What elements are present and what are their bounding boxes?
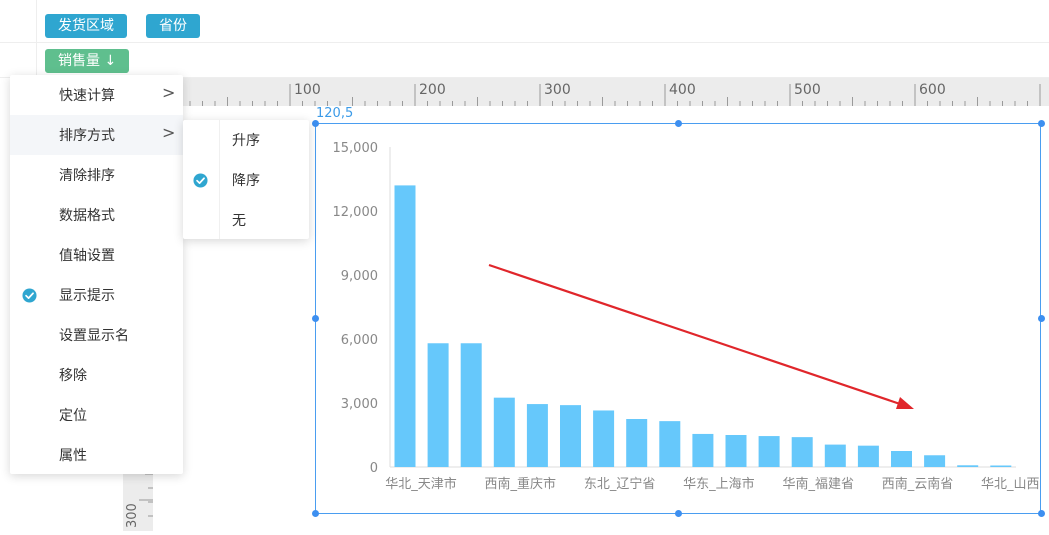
- x-tick-label: 西南_云南省: [882, 476, 954, 492]
- sort-submenu: 升序 降序 无: [183, 120, 309, 239]
- x-tick-label: 华东_上海市: [683, 476, 755, 492]
- menu-item-remove[interactable]: 移除: [10, 355, 183, 395]
- menu-item-label: 快速计算: [59, 88, 115, 104]
- bar[interactable]: [493, 397, 515, 467]
- bar[interactable]: [990, 465, 1012, 467]
- menu-item-show-tooltip[interactable]: 显示提示: [10, 275, 183, 315]
- ruler-label: 200: [419, 82, 446, 98]
- bar[interactable]: [460, 343, 482, 467]
- sort-descending-option[interactable]: 降序: [183, 160, 309, 200]
- ruler-label: 500: [794, 82, 821, 98]
- field-pill-sales-volume[interactable]: 销售量 ↓: [45, 49, 130, 73]
- bar[interactable]: [593, 410, 615, 467]
- ruler-label: 400: [669, 82, 696, 98]
- bar[interactable]: [891, 451, 912, 467]
- bar[interactable]: [626, 419, 648, 467]
- x-tick-label: 东北_辽宁省: [584, 476, 656, 492]
- x-tick-label: 华北_天津市: [385, 476, 457, 492]
- sort-none-option[interactable]: 无: [183, 200, 309, 240]
- sort-option-label: 无: [232, 213, 246, 229]
- menu-item-label: 显示提示: [59, 288, 115, 304]
- bar[interactable]: [791, 437, 813, 467]
- menu-item-locate[interactable]: 定位: [10, 395, 183, 435]
- y-tick-label: 15,000: [333, 141, 379, 156]
- bar[interactable]: [924, 455, 946, 467]
- menu-item-label: 属性: [59, 448, 87, 464]
- shelf-divider: [36, 0, 37, 78]
- bar[interactable]: [824, 444, 846, 467]
- menu-item-label: 移除: [59, 368, 87, 384]
- bar[interactable]: [526, 404, 548, 467]
- y-tick-label: 6,000: [341, 333, 378, 348]
- bar[interactable]: [957, 465, 979, 467]
- bar[interactable]: [394, 185, 416, 467]
- bar[interactable]: [692, 433, 714, 467]
- bar[interactable]: [659, 421, 681, 467]
- bar[interactable]: [857, 445, 879, 467]
- menu-item-label: 设置显示名: [59, 328, 129, 344]
- context-menu: 快速计算 > 排序方式 > 清除排序 数据格式 值轴设置 显示提示 设置显示名 …: [10, 75, 183, 474]
- bar[interactable]: [427, 343, 449, 467]
- check-circle-icon: [22, 288, 37, 307]
- trend-arrow: [488, 263, 907, 408]
- y-tick-label: 0: [370, 461, 378, 476]
- menu-item-label: 清除排序: [59, 168, 115, 184]
- menu-item-set-display-name[interactable]: 设置显示名: [10, 315, 183, 355]
- sort-ascending-option[interactable]: 升序: [183, 120, 309, 160]
- bar[interactable]: [725, 435, 747, 467]
- x-tick-label: 西南_重庆市: [485, 476, 557, 492]
- menu-item-clear-sort[interactable]: 清除排序: [10, 155, 183, 195]
- chevron-right-icon: >: [162, 83, 176, 102]
- ruler-label: 300: [544, 82, 571, 98]
- sales-bar-chart[interactable]: 0 3,000 6,000 9,000 12,000 15,000 华北_天津市 西南_重庆市…: [316, 124, 1041, 513]
- coordinate-readout: 120,5: [316, 106, 354, 121]
- menu-item-sort-order[interactable]: 排序方式 >: [10, 115, 183, 155]
- sort-option-label: 降序: [232, 173, 260, 189]
- menu-item-value-axis[interactable]: 值轴设置: [10, 235, 183, 275]
- bar[interactable]: [758, 436, 780, 467]
- measure-shelf: [0, 43, 1049, 78]
- menu-item-label: 排序方式: [59, 128, 115, 144]
- ruler-label: 600: [919, 82, 946, 98]
- horizontal-ruler: 100 200 300 400 500 600: [183, 78, 1049, 106]
- y-tick-label: 3,000: [341, 397, 378, 412]
- menu-item-data-format[interactable]: 数据格式: [10, 195, 183, 235]
- vertical-ruler-label: 300: [125, 503, 140, 528]
- menu-item-properties[interactable]: 属性: [10, 435, 183, 475]
- y-tick-label: 9,000: [341, 269, 378, 284]
- bar[interactable]: [560, 405, 581, 467]
- vertical-ruler: 300: [123, 470, 153, 531]
- menu-item-label: 定位: [59, 408, 87, 424]
- menu-item-label: 数据格式: [59, 208, 115, 224]
- chevron-right-icon: >: [162, 123, 176, 142]
- check-circle-icon: [193, 173, 208, 192]
- menu-item-label: 值轴设置: [59, 248, 115, 264]
- trend-arrowhead: [896, 397, 914, 409]
- menu-item-quick-calc[interactable]: 快速计算 >: [10, 75, 183, 115]
- x-tick-label: 华北_山西省: [981, 477, 1040, 492]
- ruler-label: 100: [294, 82, 321, 98]
- field-pill-shipping-region[interactable]: 发货区域: [45, 14, 127, 38]
- sort-option-label: 升序: [232, 133, 260, 149]
- field-pill-province[interactable]: 省份: [146, 14, 200, 38]
- y-tick-label: 12,000: [333, 205, 379, 220]
- x-tick-label: 华南_福建省: [782, 476, 854, 492]
